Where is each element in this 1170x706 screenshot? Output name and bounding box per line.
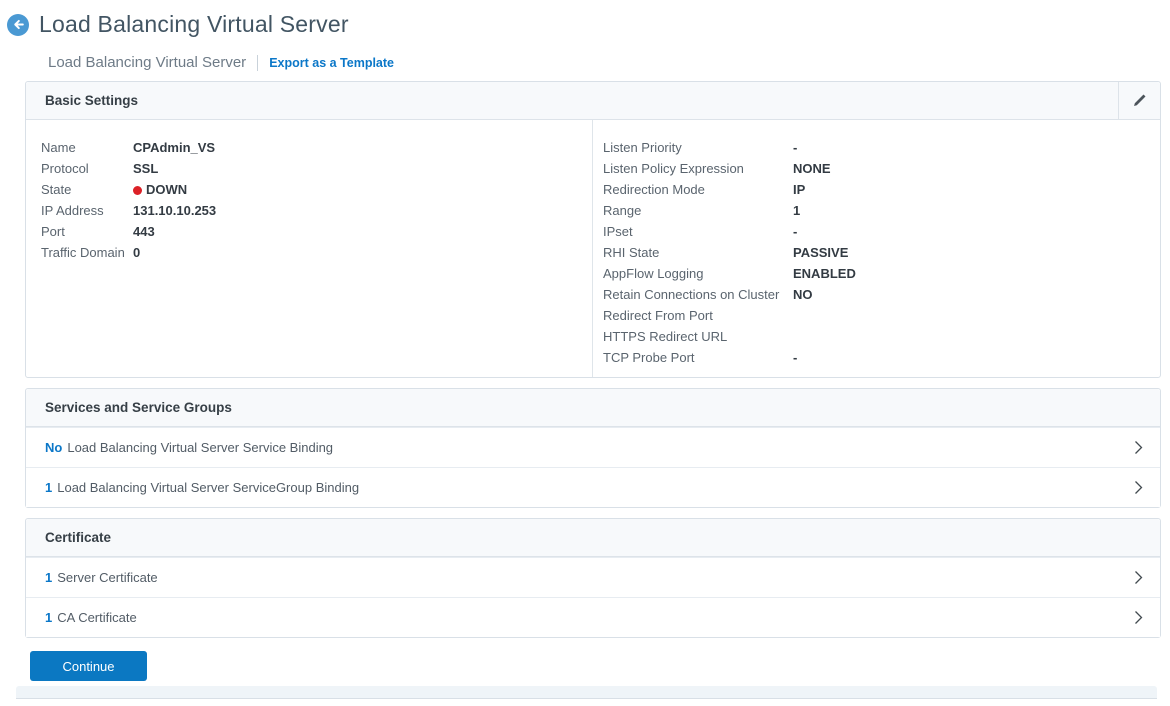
edit-basic-settings-button[interactable] [1118, 82, 1160, 120]
field-port: Port 443 [41, 221, 592, 242]
row-ca-certificate[interactable]: 1 CA Certificate [26, 597, 1160, 637]
pencil-icon [1132, 93, 1147, 108]
certificate-panel: Certificate 1 Server Certificate 1 CA Ce… [25, 518, 1161, 638]
field-appflow-logging: AppFlow Logging ENABLED [603, 263, 1160, 284]
services-panel: Services and Service Groups No Load Bala… [25, 388, 1161, 508]
field-traffic-domain: Traffic Domain 0 [41, 242, 592, 263]
basic-settings-header: Basic Settings [26, 82, 1160, 120]
services-panel-header: Services and Service Groups [26, 389, 1160, 427]
export-template-link[interactable]: Export as a Template [269, 56, 394, 70]
footer-strip [16, 686, 1157, 699]
field-protocol: Protocol SSL [41, 158, 592, 179]
field-https-redirect-url: HTTPS Redirect URL [603, 326, 1160, 347]
basic-settings-body: Name CPAdmin_VS Protocol SSL State DOWN … [26, 120, 1160, 377]
sub-header: Load Balancing Virtual Server Export as … [48, 54, 1170, 71]
back-button[interactable] [7, 14, 29, 36]
chevron-right-icon [1134, 480, 1143, 495]
page-title: Load Balancing Virtual Server [39, 11, 349, 38]
basic-settings-panel: Basic Settings Name CPAdmin_VS Protocol … [25, 81, 1161, 378]
field-retain-connections-on-cluster: Retain Connections on Cluster NO [603, 284, 1160, 305]
page-header: Load Balancing Virtual Server [0, 0, 1170, 38]
row-server-certificate[interactable]: 1 Server Certificate [26, 557, 1160, 597]
status-dot-icon [133, 186, 142, 195]
lb-virtual-server-page: Load Balancing Virtual Server Load Balan… [0, 0, 1170, 706]
field-tcp-probe-port: TCP Probe Port - [603, 347, 1160, 368]
field-state: State DOWN [41, 179, 592, 200]
basic-settings-right-column: Listen Priority - Listen Policy Expressi… [593, 120, 1160, 377]
chevron-right-icon [1134, 570, 1143, 585]
field-listen-priority: Listen Priority - [603, 137, 1160, 158]
breadcrumb: Load Balancing Virtual Server [48, 54, 246, 71]
field-redirection-mode: Redirection Mode IP [603, 179, 1160, 200]
certificate-panel-header: Certificate [26, 519, 1160, 557]
field-ipset: IPset - [603, 221, 1160, 242]
field-name: Name CPAdmin_VS [41, 137, 592, 158]
chevron-right-icon [1134, 440, 1143, 455]
row-service-binding[interactable]: No Load Balancing Virtual Server Service… [26, 427, 1160, 467]
field-rhi-state: RHI State PASSIVE [603, 242, 1160, 263]
basic-settings-title: Basic Settings [45, 93, 138, 108]
field-ip-address: IP Address 131.10.10.253 [41, 200, 592, 221]
state-value: DOWN [133, 179, 187, 200]
basic-settings-left-column: Name CPAdmin_VS Protocol SSL State DOWN … [26, 120, 593, 377]
field-redirect-from-port: Redirect From Port [603, 305, 1160, 326]
arrow-left-icon [12, 18, 25, 31]
field-range: Range 1 [603, 200, 1160, 221]
certificate-panel-title: Certificate [45, 530, 111, 545]
continue-button[interactable]: Continue [30, 651, 147, 681]
field-listen-policy-expression: Listen Policy Expression NONE [603, 158, 1160, 179]
vertical-divider [257, 55, 258, 71]
chevron-right-icon [1134, 610, 1143, 625]
services-panel-title: Services and Service Groups [45, 400, 232, 415]
row-servicegroup-binding[interactable]: 1 Load Balancing Virtual Server ServiceG… [26, 467, 1160, 507]
